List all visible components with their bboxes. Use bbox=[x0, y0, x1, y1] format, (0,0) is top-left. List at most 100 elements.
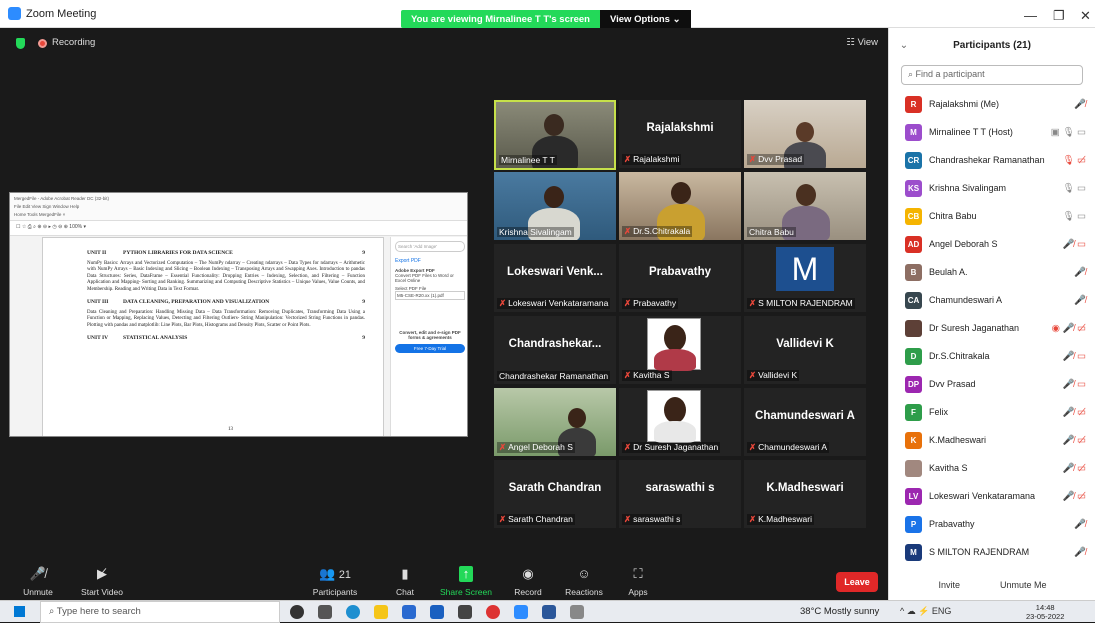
video-tile[interactable]: ✗ Angel Deborah S bbox=[494, 388, 616, 456]
participant-row[interactable]: AD Angel Deborah S 🎤̸ ▭ bbox=[889, 230, 1095, 258]
apps-button[interactable]: ⛶ Apps bbox=[620, 566, 656, 597]
security-shield-icon[interactable] bbox=[16, 38, 25, 49]
muted-icon: ✗ bbox=[499, 514, 507, 524]
pdf-titlebar: MergedFile - Adobe Acrobat Reader DC (32… bbox=[10, 193, 467, 221]
video-tile[interactable]: Rajalakshmi ✗ Rajalakshmi bbox=[619, 100, 741, 168]
clock[interactable]: 14:48 23-05-2022 bbox=[1026, 603, 1064, 621]
video-tile[interactable]: Sarath Chandran ✗ Sarath Chandran bbox=[494, 460, 616, 528]
participant-row[interactable]: F Felix 🎤̸ ▭̸ bbox=[889, 398, 1095, 426]
participant-row[interactable]: P Prabavathy 🎤̸ bbox=[889, 510, 1095, 538]
participants-panel: ⌄ Participants (21) ⌕ Find a participant … bbox=[888, 28, 1095, 600]
video-tile[interactable]: Lokeswari Venk... ✗ Lokeswari Venkatarama… bbox=[494, 244, 616, 312]
store-icon[interactable] bbox=[402, 605, 416, 619]
tile-name: ✗ saraswathi s bbox=[622, 514, 683, 525]
tile-name: Chitra Babu bbox=[747, 227, 796, 237]
tile-name: ✗ Vallidevi K bbox=[747, 370, 800, 381]
person-head bbox=[568, 408, 586, 428]
video-off-icon: ▶̸ bbox=[97, 566, 107, 581]
viewing-text: You are viewing Mirnalinee T T's screen bbox=[411, 13, 590, 25]
tile-big-name: Rajalakshmi bbox=[646, 122, 714, 134]
participant-row[interactable]: B Beulah A. 🎤̸ bbox=[889, 258, 1095, 286]
video-tile[interactable]: Mirnalinee T T bbox=[494, 100, 616, 170]
paint-icon[interactable] bbox=[570, 605, 584, 619]
record-button[interactable]: ◉ Record bbox=[510, 566, 546, 597]
participant-row[interactable]: KS Krishna Sivalingam 🎙 ▭ bbox=[889, 174, 1095, 202]
participant-row[interactable]: K K.Madheswari 🎤̸ ▭̸ bbox=[889, 426, 1095, 454]
start-video-button[interactable]: ▶̸ Start Video bbox=[80, 566, 124, 597]
muted-icon: ✗ bbox=[499, 442, 507, 452]
task-view-icon[interactable] bbox=[318, 605, 332, 619]
video-tile[interactable]: Prabavathy ✗ Prabavathy bbox=[619, 244, 741, 312]
video-tile[interactable]: ✗ Dr.S.Chitrakala bbox=[619, 172, 741, 240]
record-icon: ◉ bbox=[522, 566, 534, 581]
video-tile[interactable]: K.Madheswari ✗ K.Madheswari bbox=[744, 460, 866, 528]
video-tile[interactable]: ✗ Dr Suresh Jaganathan bbox=[619, 388, 741, 456]
minimize-icon[interactable]: — bbox=[1024, 8, 1037, 23]
person-head bbox=[544, 186, 564, 208]
taskbar-search[interactable]: ⌕ Type here to search bbox=[40, 601, 280, 623]
word-icon[interactable] bbox=[542, 605, 556, 619]
file-explorer-icon[interactable] bbox=[374, 605, 388, 619]
participant-row[interactable]: Kavitha S 🎤̸ ▭̸ bbox=[889, 454, 1095, 482]
tile-name: ✗ Sarath Chandran bbox=[497, 514, 575, 525]
participant-row[interactable]: LV Lokeswari Venkataramana 🎤̸ ▭̸ bbox=[889, 482, 1095, 510]
participant-status-icons: 🎤̸ bbox=[1074, 266, 1086, 278]
participant-row[interactable]: CB Chitra Babu 🎙 ▭ bbox=[889, 202, 1095, 230]
restore-icon[interactable]: ❐ bbox=[1053, 8, 1065, 24]
mail-icon[interactable] bbox=[430, 605, 444, 619]
avatar: CB bbox=[905, 207, 922, 225]
chevron-down-icon[interactable]: ⌄ bbox=[889, 40, 919, 51]
participant-row[interactable]: DP Dvv Prasad 🎤̸ ▭ bbox=[889, 370, 1095, 398]
leave-button[interactable]: Leave bbox=[836, 572, 878, 592]
tile-big-name: Vallidevi K bbox=[776, 338, 834, 350]
video-tile[interactable]: Chitra Babu bbox=[744, 172, 866, 240]
participants-button[interactable]: 👥 21 Participants bbox=[310, 566, 360, 597]
system-tray[interactable]: ^ ☁ ⚡ ENG bbox=[900, 606, 951, 617]
participant-status-icons: 🎤̸ ▭̸ bbox=[1062, 406, 1086, 418]
muted-icon: ✗ bbox=[499, 298, 507, 308]
apps-icon: ⛶ bbox=[633, 566, 643, 581]
video-tile[interactable]: Chamundeswari A ✗ Chamundeswari A bbox=[744, 388, 866, 456]
video-tile[interactable]: ✗ Dvv Prasad bbox=[744, 100, 866, 168]
participant-row[interactable]: M Mirnalinee T T (Host) ▣ 🎙 ▭ bbox=[889, 118, 1095, 146]
share-icon: ↑ bbox=[459, 566, 473, 582]
video-tile[interactable]: Chandrashekar... Chandrashekar Ramanatha… bbox=[494, 316, 616, 384]
participant-name: Angel Deborah S bbox=[929, 239, 998, 249]
participant-row[interactable]: Dr Suresh Jaganathan ◉ 🎤̸ ▭̸ bbox=[889, 314, 1095, 342]
participant-status-icons: 🎤̸ ▭̸ bbox=[1062, 490, 1086, 502]
cortana-icon[interactable] bbox=[290, 605, 304, 619]
app-icon[interactable] bbox=[458, 605, 472, 619]
chrome-icon[interactable] bbox=[486, 605, 500, 619]
tile-name: ✗ Prabavathy bbox=[622, 298, 679, 309]
video-tile[interactable]: ✗ Kavitha S bbox=[619, 316, 741, 384]
video-tile[interactable]: M ✗ S MILTON RAJENDRAM bbox=[744, 244, 866, 312]
video-tile[interactable]: Vallidevi K ✗ Vallidevi K bbox=[744, 316, 866, 384]
share-screen-button[interactable]: ↑ Share Screen bbox=[440, 566, 492, 597]
video-tile[interactable]: saraswathi s ✗ saraswathi s bbox=[619, 460, 741, 528]
tile-name: ✗ Dr.S.Chitrakala bbox=[622, 226, 693, 237]
search-input[interactable]: ⌕ Find a participant bbox=[901, 65, 1083, 85]
participant-row[interactable]: M S MILTON RAJENDRAM 🎤̸ bbox=[889, 538, 1095, 566]
edge-icon[interactable] bbox=[346, 605, 360, 619]
tile-name: ✗ Dvv Prasad bbox=[747, 154, 805, 165]
participant-row[interactable]: D Dr.S.Chitrakala 🎤̸ ▭ bbox=[889, 342, 1095, 370]
windows-start-icon[interactable] bbox=[14, 606, 25, 617]
weather-widget[interactable]: 38°C Mostly sunny bbox=[800, 606, 879, 617]
view-button[interactable]: ☷ View bbox=[846, 37, 878, 48]
meeting-toolbar: 🎤̸ Unmute ▶̸ Start Video 👥 21 Participants … bbox=[0, 552, 888, 600]
unmute-button[interactable]: 🎤̸ Unmute bbox=[20, 566, 56, 597]
video-tile[interactable]: Krishna Sivalingam bbox=[494, 172, 616, 240]
participant-row[interactable]: R Rajalakshmi (Me) 🎤̸ bbox=[889, 90, 1095, 118]
chat-button[interactable]: ▮ Chat bbox=[390, 566, 420, 597]
unmute-me-button[interactable]: Unmute Me bbox=[1000, 580, 1047, 590]
participant-row[interactable]: CA Chamundeswari A 🎤̸ bbox=[889, 286, 1095, 314]
participant-row[interactable]: CR Chandrashekar Ramanathan 🎙 ▭̸ bbox=[889, 146, 1095, 174]
invite-button[interactable]: Invite bbox=[938, 580, 960, 590]
reactions-button[interactable]: ☺ Reactions bbox=[562, 566, 606, 597]
promo-text: Convert, edit and e-sign PDF forms & agr… bbox=[399, 330, 461, 340]
avatar bbox=[905, 319, 922, 337]
close-icon[interactable]: ✕ bbox=[1080, 8, 1091, 24]
person-head bbox=[671, 182, 691, 204]
zoom-icon[interactable] bbox=[514, 605, 528, 619]
view-options-button[interactable]: View Options ⌄ bbox=[599, 10, 691, 28]
